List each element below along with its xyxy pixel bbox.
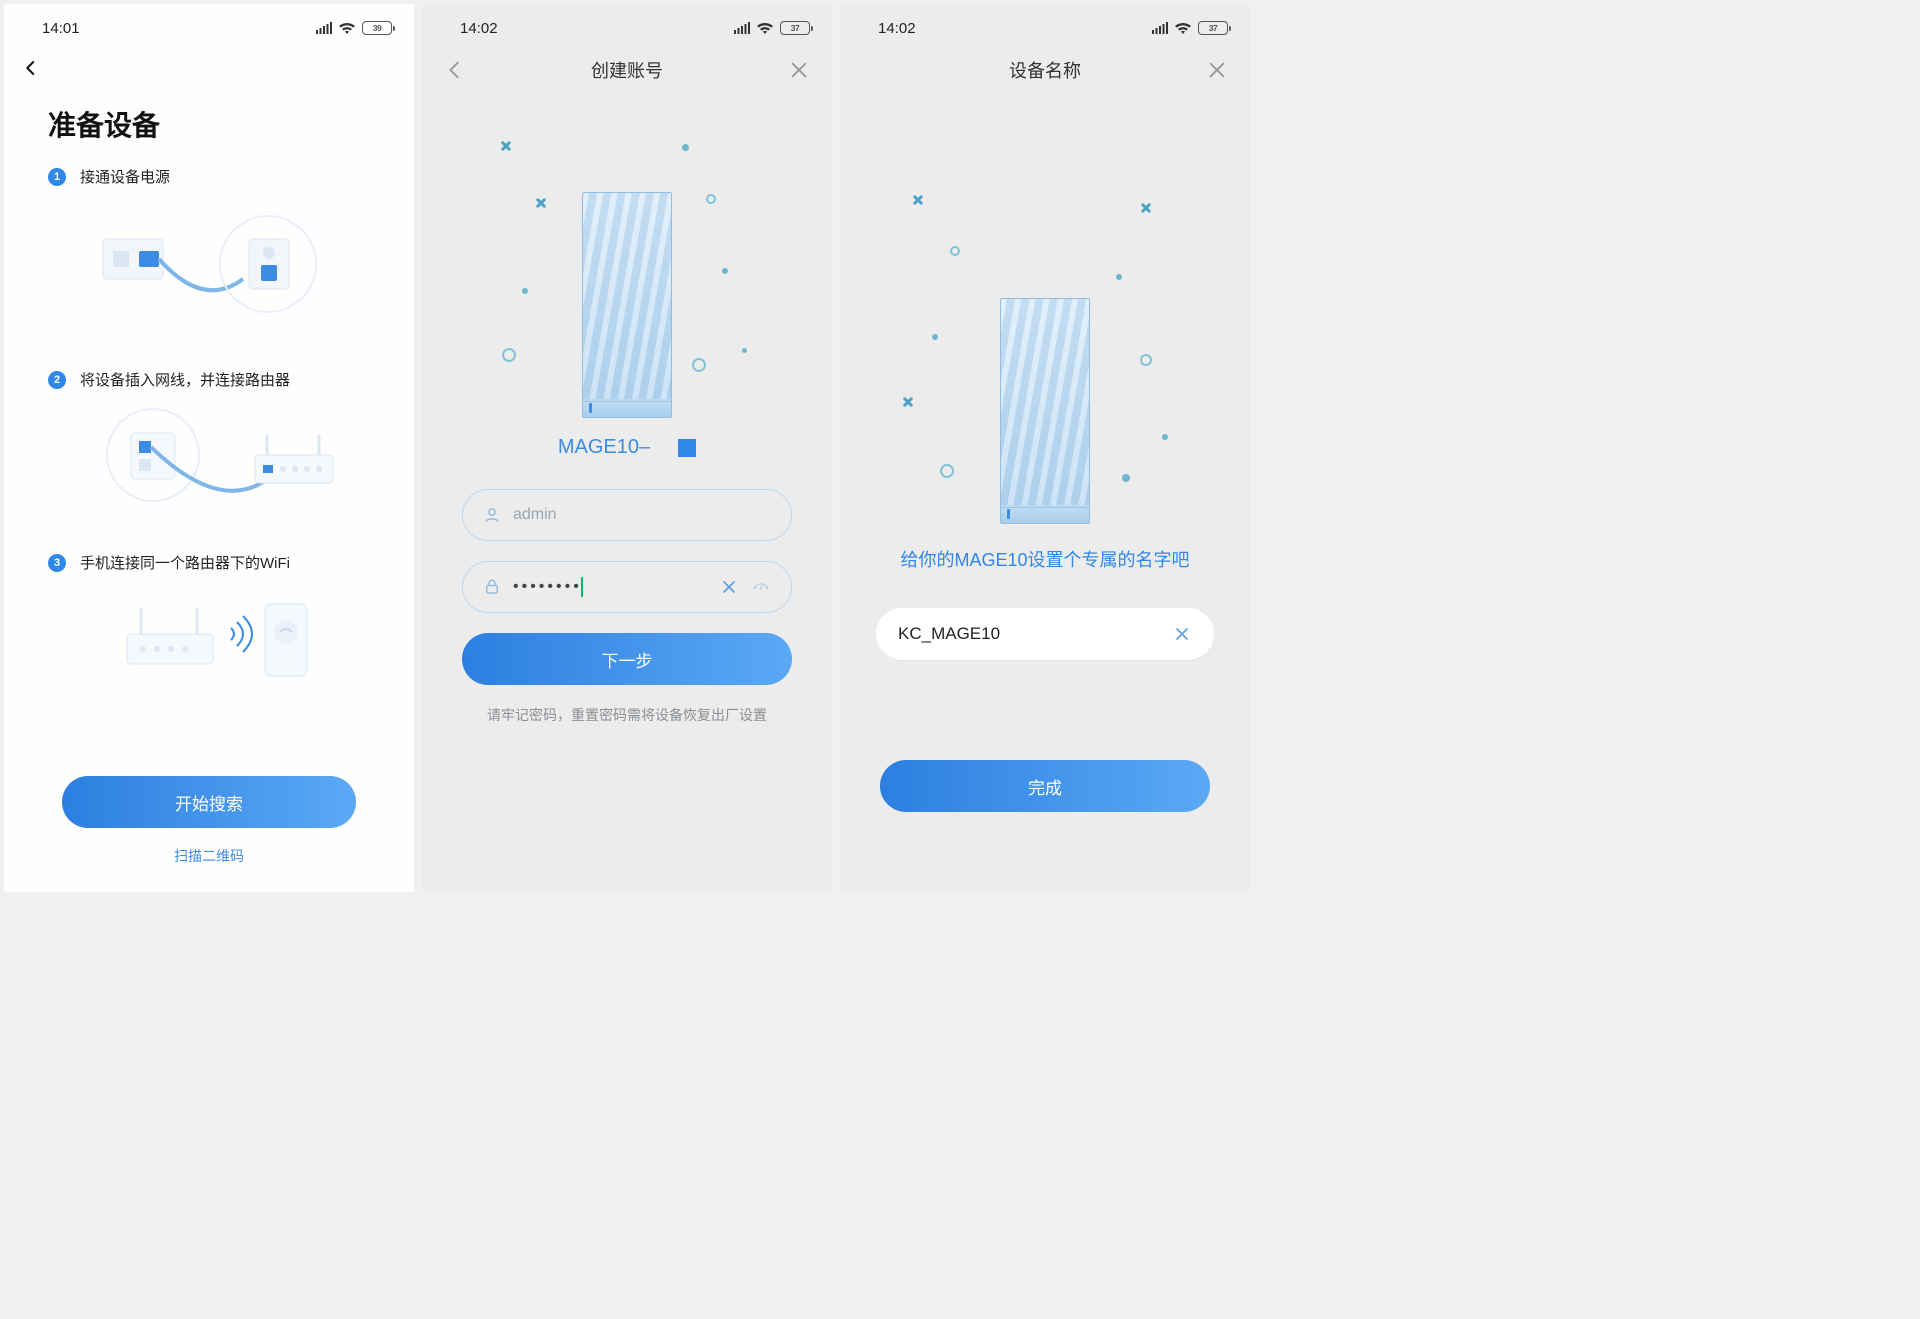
toggle-visibility-button[interactable] — [751, 577, 771, 597]
page-title: 设备名称 — [884, 57, 1206, 83]
nav-bar — [4, 46, 414, 90]
lock-icon — [483, 578, 501, 596]
signal-icon — [734, 22, 750, 34]
username-field[interactable] — [462, 489, 792, 541]
step-text: 手机连接同一个路由器下的WiFi — [80, 552, 290, 573]
screen-device-name: 14:02 37 设备名称 给你的MAGE10设置个专属的名字吧 — [840, 4, 1250, 892]
nav-bar: 创建账号 — [422, 46, 832, 94]
step-number: 2 — [48, 371, 66, 389]
page-title: 准备设备 — [48, 104, 378, 144]
username-input[interactable] — [513, 506, 771, 524]
device-image — [582, 192, 672, 418]
wifi-icon — [1174, 22, 1192, 35]
step-2-illustration — [48, 402, 378, 522]
status-icons: 37 — [1152, 21, 1228, 35]
naming-message: 给你的MAGE10设置个专属的名字吧 — [840, 546, 1250, 572]
battery-icon: 39 — [362, 21, 392, 35]
step-number: 3 — [48, 554, 66, 572]
scan-qr-link[interactable]: 扫描二维码 — [174, 846, 244, 866]
status-bar: 14:02 37 — [422, 4, 832, 46]
wifi-icon — [756, 22, 774, 35]
signal-icon — [1152, 22, 1168, 34]
signal-icon — [316, 22, 332, 34]
step-text: 将设备插入网线，并连接路由器 — [80, 369, 290, 390]
step-1: 1 接通设备电源 — [48, 166, 378, 187]
step-3: 3 手机连接同一个路由器下的WiFi — [48, 552, 378, 573]
device-id-mask — [678, 439, 696, 457]
clear-password-button[interactable] — [719, 577, 739, 597]
status-time: 14:01 — [42, 20, 80, 37]
status-time: 14:02 — [878, 20, 916, 37]
step-3-illustration — [48, 585, 378, 695]
step-number: 1 — [48, 168, 66, 186]
wifi-icon — [338, 22, 356, 35]
battery-icon: 37 — [780, 21, 810, 35]
device-id-label: MAGE10– — [422, 436, 832, 459]
status-bar: 14:02 37 — [840, 4, 1250, 46]
close-button[interactable] — [788, 59, 810, 81]
device-name-input[interactable] — [898, 624, 1160, 644]
user-icon — [483, 506, 501, 524]
screen-create-account: 14:02 37 创建账号 MAGE10– — [422, 4, 832, 892]
status-icons: 39 — [316, 21, 392, 35]
page-title: 创建账号 — [466, 57, 788, 83]
back-button[interactable] — [22, 59, 40, 77]
step-1-illustration — [48, 199, 378, 339]
screen-prepare-device: 14:01 39 准备设备 1 接通设备电源 — [4, 4, 414, 892]
next-button[interactable]: 下一步 — [462, 633, 792, 685]
status-time: 14:02 — [460, 20, 498, 37]
status-icons: 37 — [734, 21, 810, 35]
clear-name-button[interactable] — [1172, 624, 1192, 644]
status-bar: 14:01 39 — [4, 4, 414, 46]
nav-bar: 设备名称 — [840, 46, 1250, 94]
password-hint: 请牢记密码，重置密码需将设备恢复出厂设置 — [462, 705, 792, 725]
device-illustration — [422, 98, 832, 418]
password-field[interactable]: •••••••• — [462, 561, 792, 613]
step-2: 2 将设备插入网线，并连接路由器 — [48, 369, 378, 390]
device-illustration — [840, 164, 1250, 524]
back-button[interactable] — [444, 59, 466, 81]
step-text: 接通设备电源 — [80, 166, 170, 187]
device-name-field[interactable] — [876, 608, 1214, 660]
done-button[interactable]: 完成 — [880, 760, 1210, 812]
device-image — [1000, 298, 1090, 524]
close-button[interactable] — [1206, 59, 1228, 81]
start-search-button[interactable]: 开始搜索 — [62, 776, 356, 828]
password-input[interactable]: •••••••• — [513, 577, 707, 597]
battery-icon: 37 — [1198, 21, 1228, 35]
